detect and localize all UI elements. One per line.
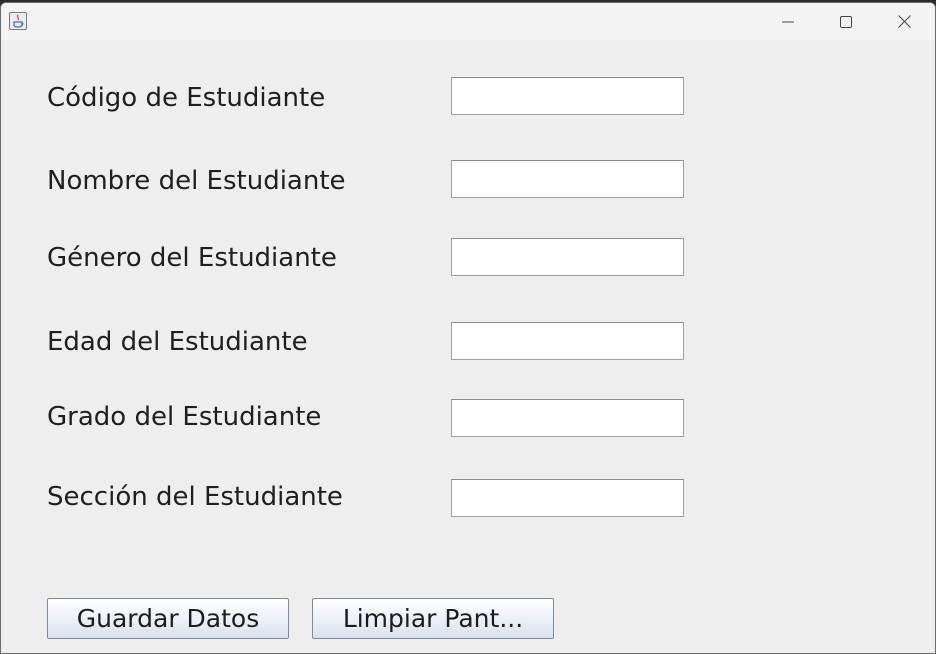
seccion-field[interactable]	[451, 479, 684, 517]
seccion-label: Sección del Estudiante	[47, 482, 343, 512]
grado-label: Grado del Estudiante	[47, 402, 322, 432]
codigo-field[interactable]	[451, 77, 684, 115]
genero-label: Género del Estudiante	[47, 243, 337, 273]
minimize-button[interactable]	[759, 3, 817, 40]
grado-field[interactable]	[451, 399, 684, 437]
minimize-icon	[782, 21, 794, 22]
maximize-button[interactable]	[817, 3, 875, 40]
edad-field[interactable]	[451, 322, 684, 360]
maximize-icon	[840, 15, 852, 28]
genero-field[interactable]	[451, 238, 684, 276]
codigo-label: Código de Estudiante	[47, 83, 326, 113]
clear-screen-button[interactable]: Limpiar Pant...	[312, 598, 554, 639]
nombre-label: Nombre del Estudiante	[47, 166, 346, 196]
app-window: Código de Estudiante Nombre del Estudian…	[0, 2, 936, 654]
title-bar[interactable]	[1, 3, 935, 40]
nombre-field[interactable]	[451, 160, 684, 198]
save-button[interactable]: Guardar Datos	[47, 598, 289, 639]
close-icon	[897, 15, 911, 28]
close-button[interactable]	[875, 3, 933, 40]
java-app-icon[interactable]	[9, 12, 27, 30]
edad-label: Edad del Estudiante	[47, 327, 308, 357]
